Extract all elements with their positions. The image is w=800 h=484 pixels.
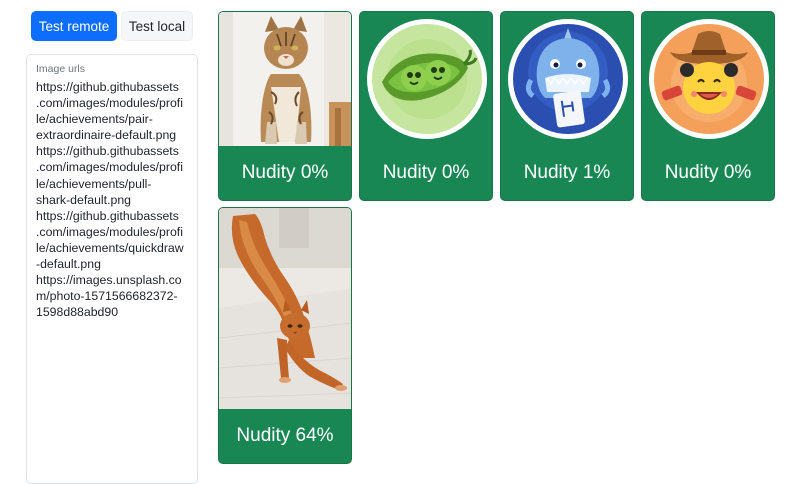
result-image (360, 12, 492, 146)
result-image (219, 208, 351, 409)
cowboy-badge-image (642, 12, 774, 146)
nudity-score: Nudity 1% (501, 146, 633, 200)
result-card: Nudity 0% (218, 11, 352, 201)
nudity-score: Nudity 64% (219, 409, 351, 463)
result-card: Nudity 64% (218, 207, 352, 464)
test-remote-button[interactable]: Test remote (31, 11, 117, 41)
image-urls-textarea[interactable]: https://github.githubassets .com/images/… (36, 79, 192, 479)
orange-cat-image (219, 208, 351, 409)
result-image (642, 12, 774, 146)
image-urls-field[interactable]: Image urls https://github.githubassets .… (26, 54, 198, 484)
result-image (501, 12, 633, 146)
test-local-button[interactable]: Test local (121, 11, 193, 41)
image-urls-label: Image urls (36, 63, 86, 75)
result-card: Nudity 0% (359, 11, 493, 201)
peas-badge-image (360, 12, 492, 146)
shark-badge-image (501, 12, 633, 146)
nudity-score: Nudity 0% (360, 146, 492, 200)
result-card: Nudity 1% (500, 11, 634, 201)
result-image (219, 12, 351, 146)
tabby-cat-image (219, 12, 351, 146)
nudity-score: Nudity 0% (219, 146, 351, 200)
nudity-score: Nudity 0% (642, 146, 774, 200)
result-card: Nudity 0% (641, 11, 775, 201)
